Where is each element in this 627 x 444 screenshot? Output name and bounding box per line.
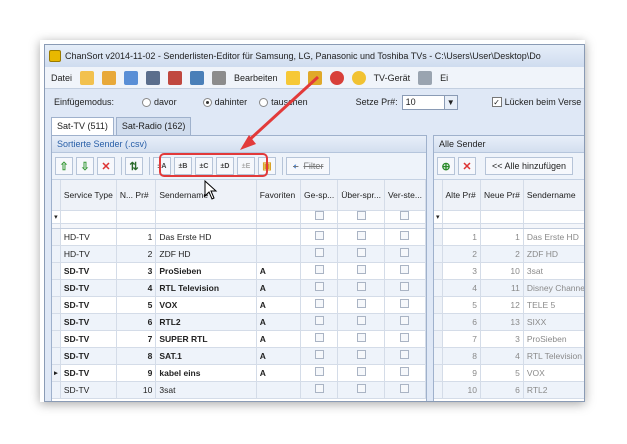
mouse-cursor-icon xyxy=(204,179,218,200)
screenshot-canvas: ChanSort v2014-11-02 - Senderlisten-Edit… xyxy=(0,0,627,444)
